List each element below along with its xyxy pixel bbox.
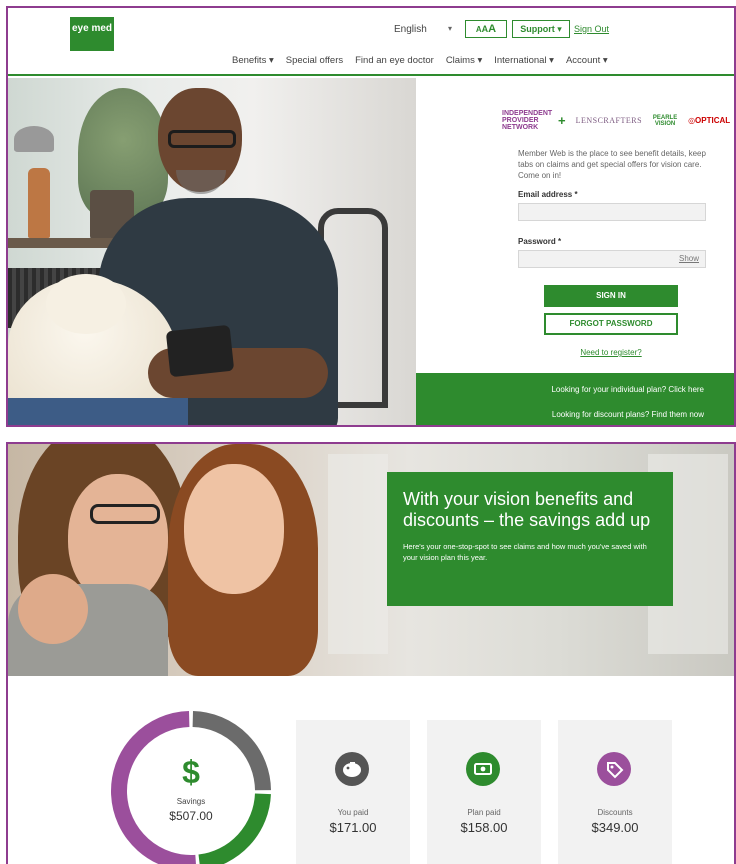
you-paid-value: $171.00 — [329, 820, 377, 835]
dog-head-shape — [46, 274, 126, 334]
hero-photo-two-women: With your vision benefits and discounts … — [8, 444, 734, 676]
show-password-link[interactable]: Show — [679, 254, 699, 263]
building-shape — [328, 454, 388, 654]
lenscrafters-logo: LENSCRAFTERS — [575, 116, 643, 125]
piggy-bank-icon — [335, 752, 369, 786]
support-button[interactable]: Support ▾ — [512, 20, 570, 38]
login-intro-text: Member Web is the place to see benefit d… — [518, 149, 706, 180]
discounts-value: $349.00 — [591, 820, 639, 835]
target-bullseye-icon: ◎ — [688, 116, 696, 125]
nav-benefits[interactable]: Benefits ▾ — [232, 55, 274, 66]
you-paid-card: You paid $171.00 — [296, 720, 410, 864]
glasses-shape — [90, 504, 160, 524]
face-shape — [184, 464, 284, 594]
beard-shape — [176, 170, 226, 194]
nav-special-offers[interactable]: Special offers — [286, 55, 343, 66]
phone-shape — [165, 324, 235, 378]
discount-plans-link[interactable]: Looking for discount plans? Find them no… — [552, 410, 704, 419]
nav-international[interactable]: International ▾ — [494, 55, 554, 66]
sign-out-link[interactable]: Sign Out — [574, 24, 609, 34]
discounts-card: Discounts $349.00 — [558, 720, 672, 864]
savings-screen: With your vision benefits and discounts … — [6, 442, 736, 864]
pearle-vision-logo: PEARLE VISION — [652, 114, 678, 127]
password-label: Password * — [518, 237, 562, 246]
you-paid-label: You paid — [337, 808, 369, 817]
savings-value: $507.00 — [169, 809, 213, 823]
partner-logos: INDEPENDENT PROVIDER NETWORK + LENSCRAFT… — [502, 110, 730, 131]
password-field[interactable]: Show — [518, 250, 706, 268]
register-link[interactable]: Need to register? — [416, 348, 734, 357]
glasses-shape — [168, 130, 236, 148]
hand-shape — [18, 574, 88, 644]
dollar-icon: $ — [182, 754, 200, 790]
login-screen: eye med English ▾ AAA Support ▾ Sign Out… — [6, 6, 736, 427]
target-optical-text: OPTICAL — [695, 116, 731, 125]
lamp-shape — [14, 126, 54, 152]
savings-label: Savings — [176, 797, 206, 806]
savings-donut: $ Savings $507.00 — [108, 708, 274, 864]
email-label: Email address * — [518, 190, 578, 199]
eyemed-logo[interactable]: eye med — [70, 17, 114, 51]
ipn-logo: INDEPENDENT PROVIDER NETWORK — [502, 110, 553, 131]
tag-icon — [597, 752, 631, 786]
nav-account[interactable]: Account ▾ — [566, 55, 608, 66]
promo-body: Here's your one-stop-spot to see claims … — [403, 542, 647, 562]
language-select[interactable]: English — [394, 24, 427, 35]
nav-claims[interactable]: Claims ▾ — [446, 55, 482, 66]
login-panel: INDEPENDENT PROVIDER NETWORK + LENSCRAFT… — [416, 78, 734, 425]
discounts-label: Discounts — [597, 808, 633, 817]
plan-paid-card: Plan paid $158.00 — [427, 720, 541, 864]
bottle-shape — [28, 168, 50, 238]
text-size-large[interactable]: A — [488, 23, 496, 35]
plus-icon: + — [558, 113, 566, 128]
promo-headline: With your vision benefits and discounts … — [403, 489, 651, 530]
top-bar: eye med English ▾ AAA Support ▾ Sign Out… — [8, 8, 734, 76]
text-size-button[interactable]: AAA — [465, 20, 507, 38]
sign-in-button[interactable]: SIGN IN — [544, 285, 678, 307]
jeans-shape — [8, 398, 188, 425]
plan-paid-value: $158.00 — [460, 820, 508, 835]
target-optical-logo: ◎OPTICAL — [688, 116, 730, 125]
savings-summary: $ Savings $507.00 — [108, 708, 274, 864]
plan-paid-label: Plan paid — [467, 808, 501, 817]
main-nav: Benefits ▾ Special offers Find an eye do… — [232, 55, 608, 66]
chevron-down-icon[interactable]: ▾ — [448, 24, 452, 33]
email-field[interactable] — [518, 203, 706, 221]
money-icon — [466, 752, 500, 786]
nav-find-eye-doctor[interactable]: Find an eye doctor — [355, 55, 434, 66]
individual-plan-link[interactable]: Looking for your individual plan? Click … — [551, 385, 704, 394]
plan-links-band: Looking for your individual plan? Click … — [416, 373, 734, 425]
forgot-password-button[interactable]: FORGOT PASSWORD — [544, 313, 678, 335]
hero-photo-man-with-dog — [8, 78, 416, 425]
promo-box: With your vision benefits and discounts … — [387, 472, 673, 606]
